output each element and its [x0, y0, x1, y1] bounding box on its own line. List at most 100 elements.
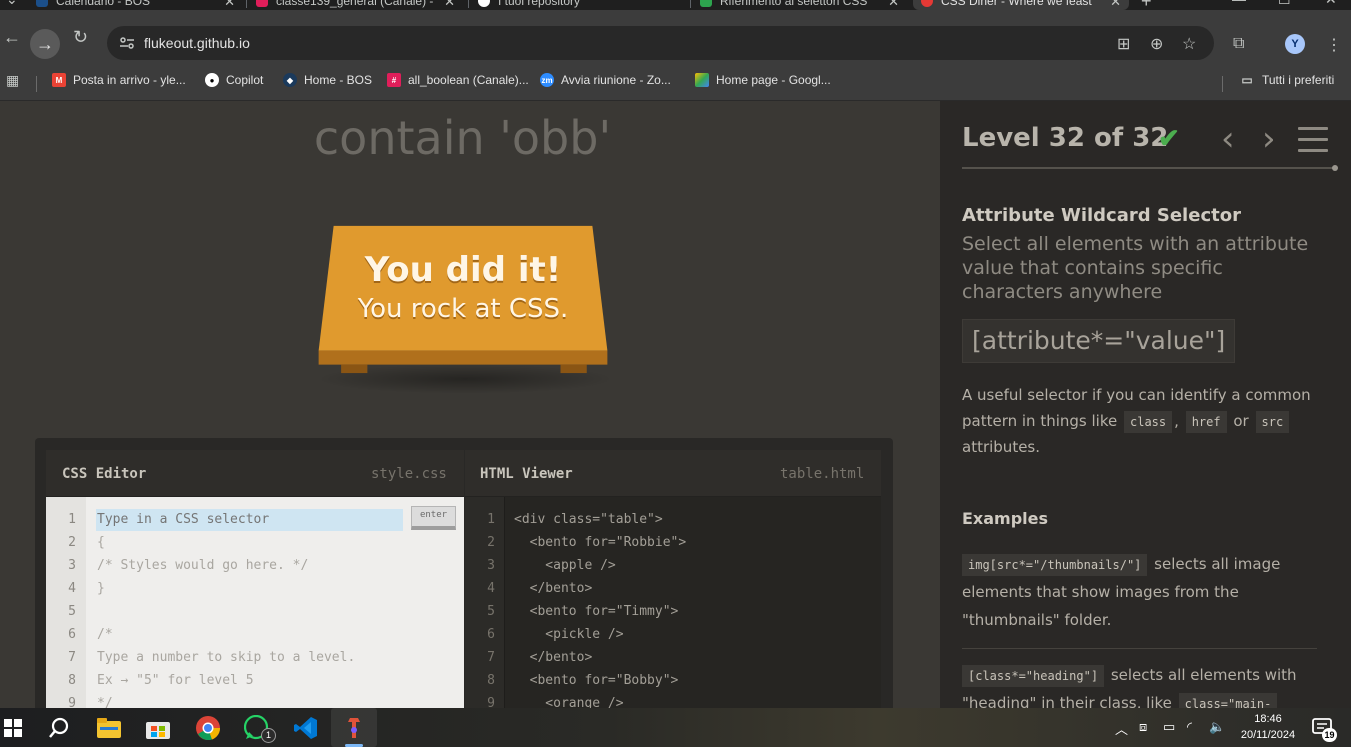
minimize-icon[interactable]: —	[1232, 0, 1246, 7]
code-line: /* Styles would go here. */	[97, 558, 309, 573]
folder-icon: ▭	[1241, 73, 1253, 87]
menu-kebab-icon[interactable]: ⋮	[1326, 35, 1342, 55]
tab-riferimento[interactable]: Riferimento ai selettori CSS ✕	[700, 0, 907, 10]
bookmark-gmail[interactable]: M Posta in arrivo - yle...	[52, 73, 186, 87]
html-line[interactable]: <div class="table">	[514, 508, 663, 531]
bookmark-label: Home - BOS	[304, 73, 373, 87]
forward-arrow-icon[interactable]: →	[30, 29, 60, 59]
reload-icon[interactable]: ↻	[73, 28, 88, 46]
html-viewer-header: HTML Viewer table.html	[465, 450, 881, 497]
hint-text: ,	[1174, 412, 1179, 430]
microsoft-store-icon[interactable]	[145, 715, 171, 741]
all-bookmarks-label: Tutti i preferiti	[1262, 73, 1335, 87]
html-line[interactable]: <pickle />	[514, 623, 623, 646]
line-number: 7	[68, 650, 76, 665]
close-tab-icon[interactable]: ✕	[888, 0, 899, 10]
bookmark-google-drive[interactable]: Home page - Googl...	[695, 73, 831, 87]
tab-search-icon[interactable]: ⌄	[6, 0, 18, 8]
back-arrow-icon[interactable]: ←	[3, 28, 21, 46]
tab-calendario[interactable]: Calendario - BOS ✕	[36, 0, 243, 10]
bookmark-all-boolean[interactable]: # all_boolean (Canale)...	[387, 73, 529, 87]
html-line[interactable]: <orange />	[514, 692, 623, 708]
new-tab-icon[interactable]: +	[1141, 0, 1152, 10]
bookmark-copilot[interactable]: ● Copilot	[205, 73, 263, 87]
selector-description: Select all elements with an attribute va…	[962, 233, 1309, 303]
line-number: 9	[68, 696, 76, 708]
apps-grid-icon[interactable]: ▦	[6, 72, 19, 89]
tab-repository[interactable]: I tuoi repository	[478, 0, 685, 10]
line-number: 4	[68, 581, 76, 596]
line-number: 8	[68, 673, 76, 688]
html-line[interactable]: <bento for="Timmy">	[514, 600, 679, 623]
teams-meet-icon[interactable]: ⧈	[1139, 719, 1147, 735]
code-tag: src	[1255, 411, 1290, 433]
git-app-icon[interactable]	[341, 715, 367, 741]
html-viewer-body: 1 2 3 4 5 6 7 8 9 <div class="table"> <b…	[465, 497, 881, 708]
system-clock[interactable]: 18:46 20/11/2024	[1232, 711, 1304, 743]
code-line: }	[97, 581, 105, 596]
windows-taskbar: 1 ︿ ⧈ ▭ ◜ 🔈 18:46 20/11/2024 19	[0, 708, 1351, 747]
close-window-icon[interactable]: ✕	[1325, 0, 1337, 8]
tab-classe139[interactable]: classe139_general (Canale) - ✕	[256, 0, 463, 10]
site-settings-icon[interactable]	[119, 35, 135, 51]
bos-favicon-icon	[36, 0, 48, 7]
all-bookmarks-folder[interactable]: ▭ Tutti i preferiti	[1239, 73, 1334, 87]
windows-start-icon[interactable]	[0, 715, 26, 741]
hint-text: or	[1233, 412, 1249, 430]
code-tag: class	[1124, 411, 1173, 433]
line-number: 2	[487, 535, 495, 550]
bookmark-label: Posta in arrivo - yle...	[73, 73, 186, 87]
github-icon: ●	[205, 73, 219, 87]
html-line[interactable]: </bento>	[514, 577, 593, 600]
battery-icon[interactable]: ▭	[1163, 719, 1175, 735]
tab-css-diner[interactable]: CSS Diner - Where we feast ✕	[913, 0, 1129, 10]
profile-avatar[interactable]: Y	[1285, 34, 1305, 54]
css-selector-input[interactable]	[96, 509, 403, 531]
translate-icon[interactable]: ⊞	[1117, 34, 1130, 54]
chrome-icon[interactable]	[195, 715, 221, 741]
css-diner-page: contain 'obb' You did it! You rock at CS…	[0, 101, 1351, 708]
file-explorer-icon[interactable]	[96, 715, 122, 741]
wifi-icon[interactable]: ◜	[1187, 719, 1192, 735]
code-tag: img[src*="/thumbnails/"]	[962, 554, 1148, 576]
line-number: 7	[487, 650, 495, 665]
code-tag: href	[1185, 411, 1227, 433]
close-tab-icon[interactable]: ✕	[444, 0, 455, 10]
enter-button[interactable]: enter	[411, 506, 456, 530]
editor-panel: CSS Editor style.css HTML Viewer table.h…	[35, 438, 893, 708]
tab-title: I tuoi repository	[498, 0, 581, 8]
extensions-icon[interactable]: ⧉	[1233, 35, 1244, 53]
selector-syntax: [attribute*="value"]	[962, 319, 1236, 363]
vscode-icon[interactable]	[293, 715, 319, 741]
maximize-icon[interactable]: ☐	[1278, 0, 1291, 8]
html-line[interactable]: <bento for="Robbie">	[514, 531, 687, 554]
close-tab-icon[interactable]: ✕	[224, 0, 235, 10]
previous-level-icon[interactable]: ‹	[1221, 119, 1235, 159]
bookmark-label: Avvia riunione - Zo...	[561, 73, 671, 87]
clock-date: 20/11/2024	[1240, 729, 1296, 741]
address-bar[interactable]: flukeout.github.io ⊞ ⊕ ☆	[107, 26, 1214, 60]
gmail-icon: M	[52, 73, 66, 87]
level-order-text: contain 'obb'	[313, 111, 612, 165]
search-icon[interactable]	[46, 715, 72, 741]
tray-overflow-icon[interactable]: ︿	[1115, 719, 1128, 738]
html-line[interactable]: <apple />	[514, 554, 615, 577]
html-line[interactable]: <bento for="Bobby">	[514, 669, 679, 692]
slack-favicon-icon	[256, 0, 268, 7]
level-menu-icon[interactable]	[1298, 127, 1328, 152]
bookmark-star-icon[interactable]: ☆	[1182, 34, 1196, 54]
zoom-icon[interactable]: ⊕	[1150, 34, 1163, 54]
examples-heading: Examples	[962, 509, 1049, 528]
next-level-icon[interactable]: ›	[1262, 119, 1276, 159]
w3-favicon-icon	[700, 0, 712, 7]
url-text[interactable]: flukeout.github.io	[144, 35, 250, 51]
volume-icon[interactable]: 🔈	[1209, 719, 1225, 735]
browser-toolbar: ← → ↻ flukeout.github.io ⊞ ⊕ ☆ ⧉ Y ⋮	[0, 10, 1351, 65]
bookmark-home-bos[interactable]: ◆ Home - BOS	[283, 73, 372, 87]
close-tab-icon[interactable]: ✕	[1110, 0, 1121, 10]
bookmark-zoom[interactable]: zm Avvia riunione - Zo...	[540, 73, 671, 87]
tab-title: Riferimento ai selettori CSS	[720, 0, 868, 8]
clock-time: 18:46	[1254, 713, 1282, 725]
html-line[interactable]: </bento>	[514, 646, 593, 669]
level-progress-bar	[962, 167, 1336, 169]
